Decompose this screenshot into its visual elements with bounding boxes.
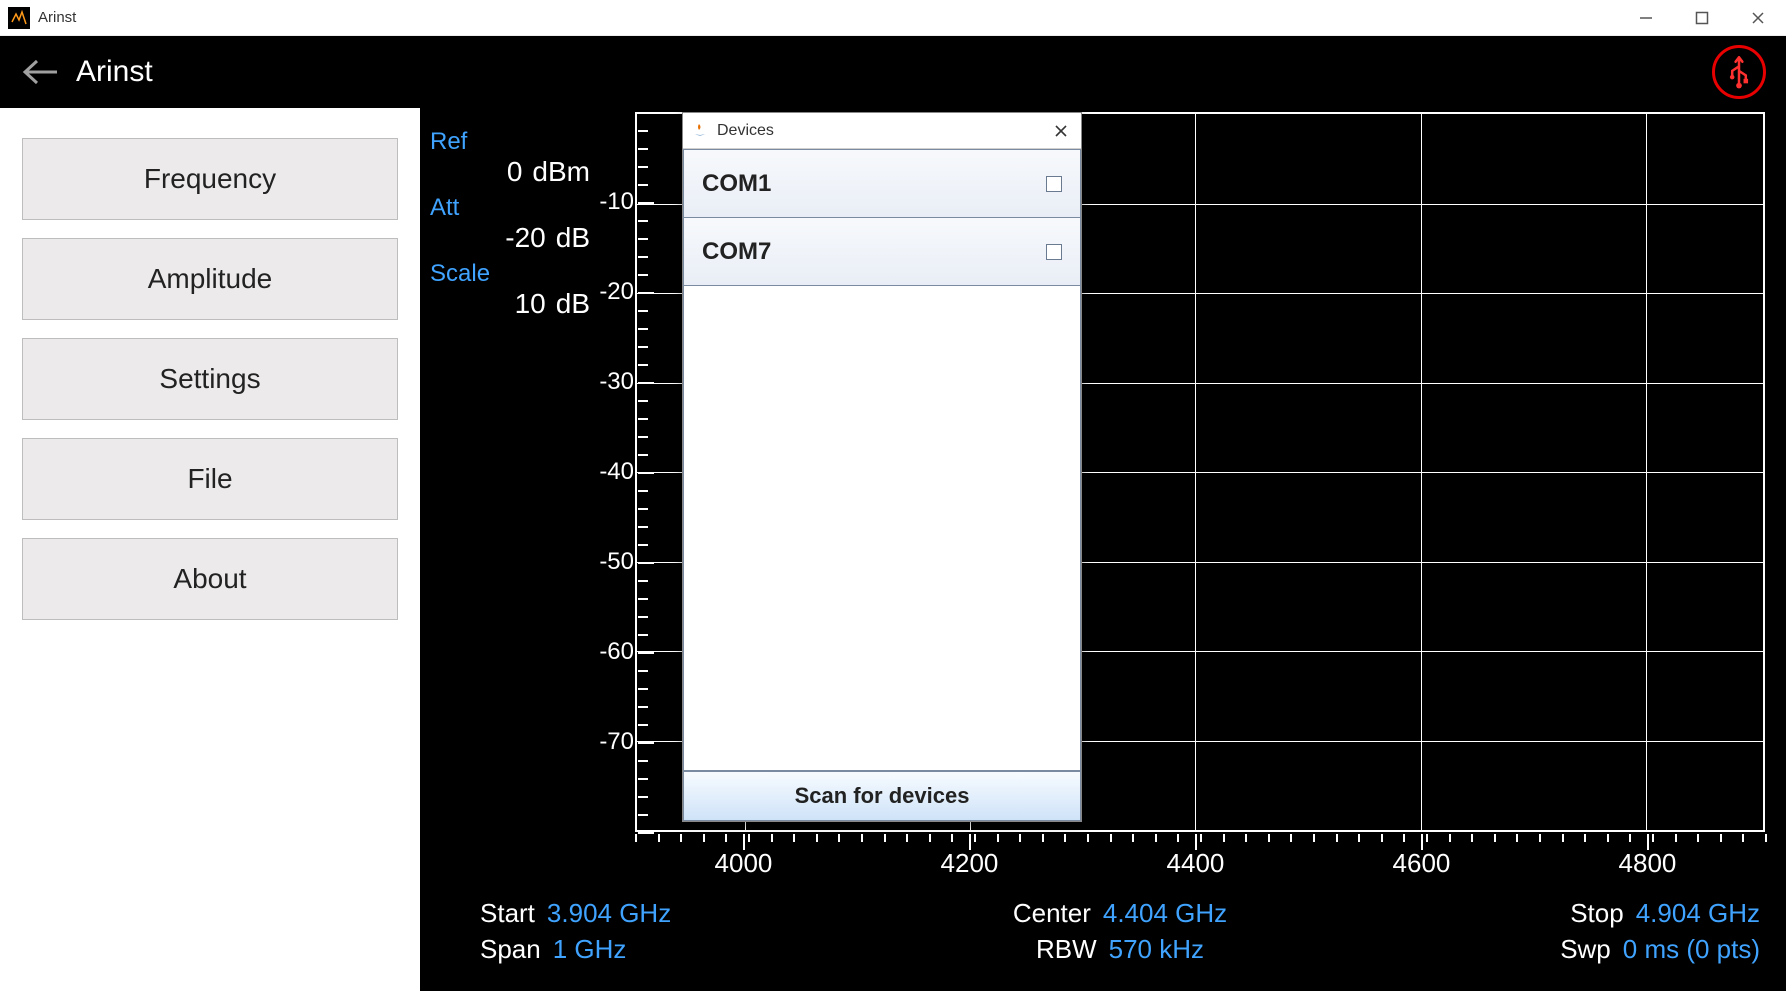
readout-row-2: Span 1 GHz RBW 570 kHz Swp 0 ms (0 pts)	[480, 934, 1760, 965]
amplitude-button[interactable]: Amplitude	[22, 238, 398, 320]
device-checkbox[interactable]	[1046, 176, 1062, 192]
y-label: -70	[574, 728, 634, 756]
x-label: 4200	[941, 848, 999, 879]
ref-unit: dBm	[532, 156, 590, 188]
settings-button[interactable]: Settings	[22, 338, 398, 420]
y-label: -50	[574, 548, 634, 576]
stop-label: Stop	[1570, 898, 1624, 929]
x-label: 4800	[1619, 848, 1677, 879]
att-value[interactable]: -20	[505, 222, 545, 254]
span-value: 1 GHz	[553, 934, 627, 965]
back-button[interactable]	[20, 52, 60, 92]
x-label: 4600	[1393, 848, 1451, 879]
window-minimize-button[interactable]	[1618, 0, 1674, 36]
main-area: Frequency Amplitude Settings File About …	[0, 108, 1786, 991]
ref-label: Ref	[430, 128, 590, 156]
readout-row-1: Start 3.904 GHz Center 4.404 GHz Stop 4.…	[480, 898, 1760, 929]
readout-start[interactable]: Start 3.904 GHz	[480, 898, 907, 929]
y-label: -10	[574, 188, 634, 216]
y-label: -20	[574, 278, 634, 306]
rbw-label: RBW	[1036, 934, 1097, 965]
start-label: Start	[480, 898, 535, 929]
y-label: -40	[574, 458, 634, 486]
center-label: Center	[1013, 898, 1091, 929]
x-axis-labels: 4000 4200 4400 4600 4800	[635, 848, 1765, 878]
file-button[interactable]: File	[22, 438, 398, 520]
amplitude-info: Ref 0 dBm Att -20 dB Scale 10 dB	[430, 122, 590, 320]
y-axis-labels: -10 -20 -30 -40 -50 -60 -70	[590, 112, 634, 832]
device-checkbox[interactable]	[1046, 244, 1062, 260]
device-label: COM7	[702, 238, 771, 266]
dialog-title: Devices	[717, 122, 774, 140]
device-label: COM1	[702, 170, 771, 198]
att-unit: dB	[556, 222, 590, 254]
x-label: 4400	[1167, 848, 1225, 879]
device-item-com1[interactable]: COM1	[684, 150, 1080, 218]
dialog-close-button[interactable]	[1047, 117, 1075, 145]
stop-value: 4.904 GHz	[1636, 898, 1760, 929]
y-label: -60	[574, 638, 634, 666]
y-label: -30	[574, 368, 634, 396]
devices-dialog: Devices COM1 COM7 Scan for devices	[682, 112, 1082, 822]
device-list: COM1 COM7	[683, 149, 1081, 771]
usb-connect-button[interactable]	[1712, 45, 1766, 99]
x-label: 4000	[715, 848, 773, 879]
att-label: Att	[430, 194, 590, 222]
swp-label: Swp	[1560, 934, 1611, 965]
java-icon	[691, 122, 709, 140]
frequency-button[interactable]: Frequency	[22, 138, 398, 220]
app-header: Arinst	[0, 36, 1786, 108]
window-maximize-button[interactable]	[1674, 0, 1730, 36]
scale-label: Scale	[430, 260, 590, 288]
center-value: 4.404 GHz	[1103, 898, 1227, 929]
readout-span[interactable]: Span 1 GHz	[480, 934, 907, 965]
scale-value[interactable]: 10	[515, 288, 546, 320]
device-item-com7[interactable]: COM7	[684, 218, 1080, 286]
sidebar: Frequency Amplitude Settings File About	[0, 108, 420, 991]
readout-rbw[interactable]: RBW 570 kHz	[907, 934, 1334, 965]
app-icon	[8, 7, 30, 29]
about-button[interactable]: About	[22, 538, 398, 620]
plot-area: Ref 0 dBm Att -20 dB Scale 10 dB -10 -20…	[420, 108, 1786, 991]
start-value: 3.904 GHz	[547, 898, 671, 929]
readout-center[interactable]: Center 4.404 GHz	[907, 898, 1334, 929]
window-close-button[interactable]	[1730, 0, 1786, 36]
window-titlebar: Arinst	[0, 0, 1786, 36]
app-title: Arinst	[76, 55, 153, 89]
window-title: Arinst	[38, 9, 76, 26]
readout-swp[interactable]: Swp 0 ms (0 pts)	[1333, 934, 1760, 965]
ref-value[interactable]: 0	[507, 156, 523, 188]
scan-devices-button[interactable]: Scan for devices	[683, 771, 1081, 821]
swp-value: 0 ms (0 pts)	[1623, 934, 1760, 965]
rbw-value: 570 kHz	[1109, 934, 1204, 965]
dialog-titlebar[interactable]: Devices	[683, 113, 1081, 149]
span-label: Span	[480, 934, 541, 965]
readout-stop[interactable]: Stop 4.904 GHz	[1333, 898, 1760, 929]
